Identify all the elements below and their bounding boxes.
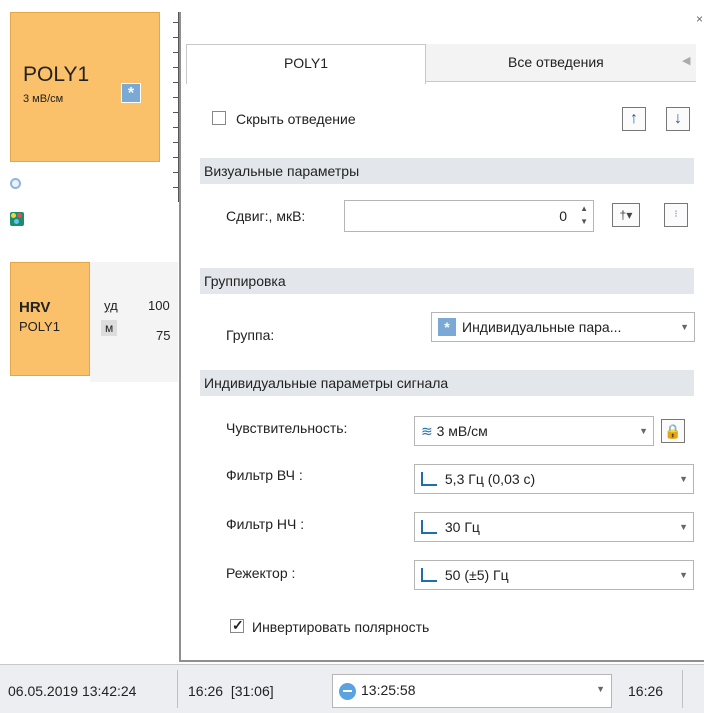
group-label: Группа: (226, 327, 275, 343)
section-individual-params: Индивидуальные параметры сигнала (200, 370, 694, 396)
chevron-down-icon: ▼ (596, 684, 605, 694)
amplitude-ruler (163, 12, 179, 202)
hrv-value-top: 100 (148, 298, 170, 313)
hrv-title: HRV (19, 299, 51, 316)
channel-card-poly1[interactable]: POLY1 3 мВ/см * (10, 12, 160, 162)
lp-filter-dropdown[interactable]: 30 Гц ▼ (414, 512, 694, 542)
status-datetime: 06.05.2019 13:42:24 (8, 683, 137, 699)
tab-scroll-left-icon[interactable]: ◀ (682, 54, 690, 67)
time-value: 13:25:58 (361, 682, 416, 698)
status-end-time: 16:26 (628, 683, 664, 699)
status-separator (682, 670, 683, 708)
shift-value: 0 (559, 208, 567, 224)
sensitivity-value: 3 мВ/см (436, 423, 488, 439)
add-channel-icon[interactable] (10, 178, 21, 189)
shift-input[interactable]: 0 ▲ ▼ (344, 200, 594, 232)
hp-filter-value: 5,3 Гц (0,03 с) (444, 471, 536, 487)
lowpass-icon (421, 520, 437, 534)
sensitivity-label: Чувствительность: (226, 420, 348, 436)
hrv-unit-bottom: м (101, 320, 118, 336)
group-dropdown[interactable]: * Индивидуальные пара... ▼ (431, 312, 695, 342)
notch-label: Режектор : (226, 565, 296, 581)
sensitivity-dropdown[interactable]: ≋ 3 мВ/см ▼ (414, 416, 654, 446)
notch-dropdown[interactable]: 50 (±5) Гц ▼ (414, 560, 694, 590)
chevron-down-icon: ▼ (679, 474, 688, 484)
notch-filter-icon (421, 568, 437, 582)
invert-polarity-checkbox[interactable] (230, 617, 244, 634)
individual-params-icon: * (121, 83, 141, 103)
chevron-down-icon: ▼ (679, 522, 688, 532)
sensitivity-icon: ≋ (421, 423, 433, 439)
time-selector-dropdown[interactable]: 13:25:58 ▼ (332, 674, 612, 708)
hide-lead-label: Скрыть отведение (236, 111, 356, 127)
hrv-unit-top: уд (104, 298, 118, 313)
shift-label: Сдвиг:, мкВ: (226, 208, 306, 224)
lp-filter-label: Фильтр НЧ : (226, 516, 305, 532)
move-down-button[interactable]: ↓ (666, 107, 690, 131)
channel-card-hrv[interactable]: HRV POLY1 (10, 262, 90, 376)
section-grouping: Группировка (200, 268, 694, 294)
lp-filter-value: 30 Гц (444, 519, 480, 535)
move-up-button[interactable]: ↑ (622, 107, 646, 131)
close-icon[interactable]: × (696, 12, 703, 26)
highpass-icon (421, 472, 437, 486)
hide-lead-checkbox[interactable] (212, 111, 226, 125)
hp-filter-dropdown[interactable]: 5,3 Гц (0,03 с) ▼ (414, 464, 694, 494)
individual-params-icon: * (438, 318, 456, 336)
lock-icon[interactable]: 🔒 (661, 419, 685, 443)
channel-scale: 3 мВ/см (23, 93, 64, 105)
hrv-subtitle: POLY1 (19, 319, 60, 334)
section-visual-params: Визуальные параметры (200, 158, 694, 184)
shift-mode-dropdown[interactable]: †▾ (612, 203, 640, 227)
status-separator (177, 670, 178, 708)
hrv-value-bottom: 75 (156, 328, 171, 343)
hp-filter-label: Фильтр ВЧ : (226, 467, 303, 483)
tab-all-leads[interactable]: Все отведения (426, 44, 696, 82)
channel-name: POLY1 (23, 63, 90, 86)
playback-icon (339, 683, 356, 700)
tab-poly1[interactable]: POLY1 (186, 44, 426, 84)
color-palette-icon[interactable] (10, 212, 24, 226)
chevron-down-icon: ▼ (680, 322, 689, 332)
notch-value: 50 (±5) Гц (444, 567, 509, 583)
shift-reset-icon[interactable]: ⁝ (664, 203, 688, 227)
spin-arrows-icon[interactable]: ▲ ▼ (580, 202, 588, 228)
invert-polarity-label: Инвертировать полярность (252, 619, 430, 635)
status-position: 16:26 [31:06] (188, 683, 274, 699)
chevron-down-icon: ▼ (639, 426, 648, 436)
chevron-down-icon: ▼ (679, 570, 688, 580)
group-value: Индивидуальные пара... (462, 319, 622, 335)
